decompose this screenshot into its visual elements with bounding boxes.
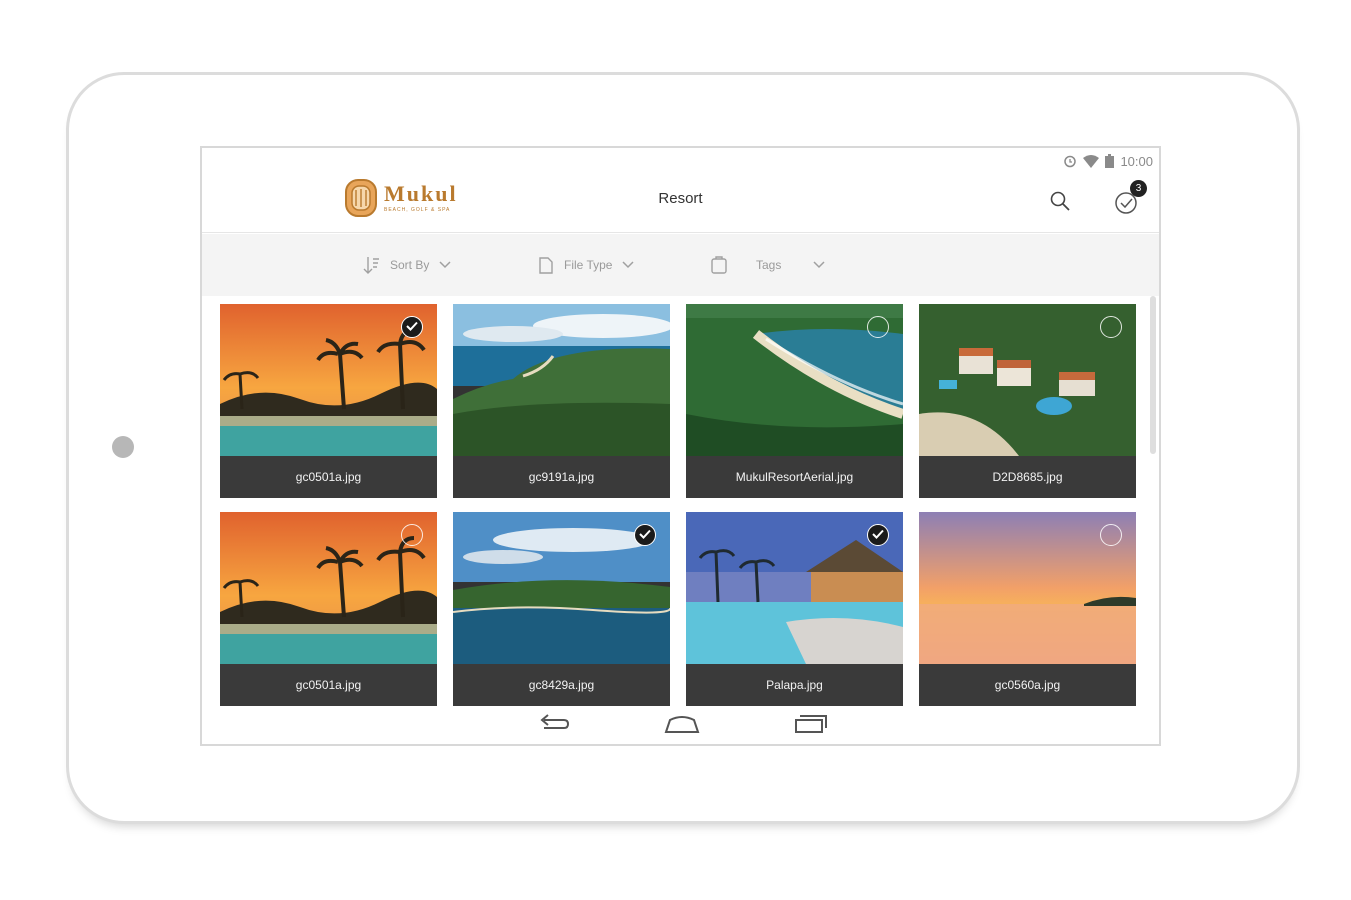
check-icon [872,529,884,539]
image-filename: gc0501a.jpg [220,456,437,498]
image-tile[interactable]: gc0560a.jpg [919,512,1136,706]
back-icon [540,714,570,729]
check-icon [639,529,651,539]
sort-by-filter[interactable]: Sort By [362,234,451,296]
wifi-icon [1083,154,1100,168]
logo-tagline: BEACH, GOLF & SPA [384,207,451,213]
selection-toggle[interactable] [867,316,889,338]
battery-icon [1105,154,1115,168]
android-nav-bar [202,704,1159,744]
tags-label: Tags [756,258,782,272]
image-filename: D2D8685.jpg [919,456,1136,498]
camera-dot [112,436,134,458]
image-tile[interactable]: Palapa.jpg [686,512,903,706]
home-button[interactable] [662,710,702,738]
selected-items-button[interactable]: 3 [1113,180,1147,216]
image-filename: gc0560a.jpg [919,664,1136,706]
status-time: 10:00 [1120,153,1153,169]
image-tile[interactable]: MukulResortAerial.jpg [686,304,903,498]
tablet-screen: 10:00 Mukul BEACH, GOLF & SPA Resort 3 S… [200,146,1161,746]
selected-count-badge: 3 [1130,180,1147,197]
selection-toggle[interactable] [867,524,889,546]
recent-apps-icon [795,715,827,733]
sort-by-label: Sort By [390,258,430,272]
tag-icon [711,256,727,274]
search-button[interactable] [1049,190,1071,212]
image-tile[interactable]: gc0501a.jpg [220,512,437,706]
image-filename: gc0501a.jpg [220,664,437,706]
photo-coast-aerial [453,304,670,456]
back-button[interactable] [534,710,574,738]
recent-apps-button[interactable] [790,710,830,738]
selection-toggle[interactable] [401,316,423,338]
file-type-filter[interactable]: File Type [538,234,634,296]
image-tile[interactable]: D2D8685.jpg [919,304,1136,498]
image-tile[interactable]: gc9191a.jpg [453,304,670,498]
chevron-down-icon [439,261,451,269]
selection-toggle[interactable] [1100,524,1122,546]
image-filename: gc8429a.jpg [453,664,670,706]
file-icon [539,257,553,274]
image-tile[interactable]: gc0501a.jpg [220,304,437,498]
chevron-down-icon [622,261,634,269]
chevron-down-icon [813,261,825,269]
selection-toggle[interactable] [1100,316,1122,338]
page-title: Resort [658,190,703,207]
status-bar: 10:00 [1063,152,1153,170]
search-icon [1050,191,1070,211]
image-tile[interactable]: gc8429a.jpg [453,512,670,706]
image-filename: MukulResortAerial.jpg [686,456,903,498]
file-type-label: File Type [564,258,613,272]
filter-bar: Sort By File Type Tags [202,234,1159,296]
sort-icon [363,257,379,274]
scrollbar[interactable] [1150,296,1156,454]
selection-toggle[interactable] [401,524,423,546]
alarm-icon [1064,155,1077,168]
app-bar: Mukul BEACH, GOLF & SPA Resort 3 [202,172,1159,233]
selection-toggle[interactable] [634,524,656,546]
image-filename: Palapa.jpg [686,664,903,706]
tags-filter[interactable]: Tags [710,234,825,296]
home-icon [664,716,700,733]
check-icon [406,321,418,331]
image-filename: gc9191a.jpg [453,456,670,498]
